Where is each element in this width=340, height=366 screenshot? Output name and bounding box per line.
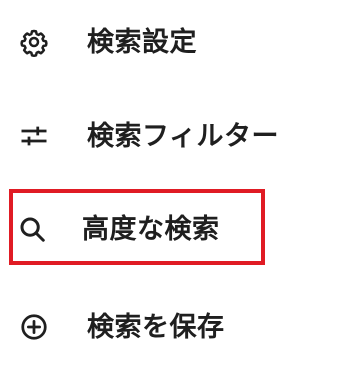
menu-item-label: 高度な検索 [82, 213, 220, 245]
menu-item-save-search[interactable]: 検索を保存 [0, 301, 340, 353]
menu-item-search-settings[interactable]: 検索設定 [0, 16, 340, 68]
sliders-icon [19, 121, 49, 151]
plus-circle-icon [19, 312, 49, 342]
search-icon [17, 214, 47, 244]
gear-icon [19, 27, 49, 57]
search-options-menu: 検索設定 検索フィルター 高度な検索 検索を保存 [0, 0, 340, 366]
menu-item-label: 検索設定 [87, 26, 197, 58]
menu-item-label: 検索を保存 [87, 311, 225, 343]
menu-item-search-filter[interactable]: 検索フィルター [0, 110, 340, 162]
menu-item-label: 検索フィルター [87, 120, 279, 152]
menu-item-advanced-search[interactable]: 高度な検索 [0, 203, 340, 255]
